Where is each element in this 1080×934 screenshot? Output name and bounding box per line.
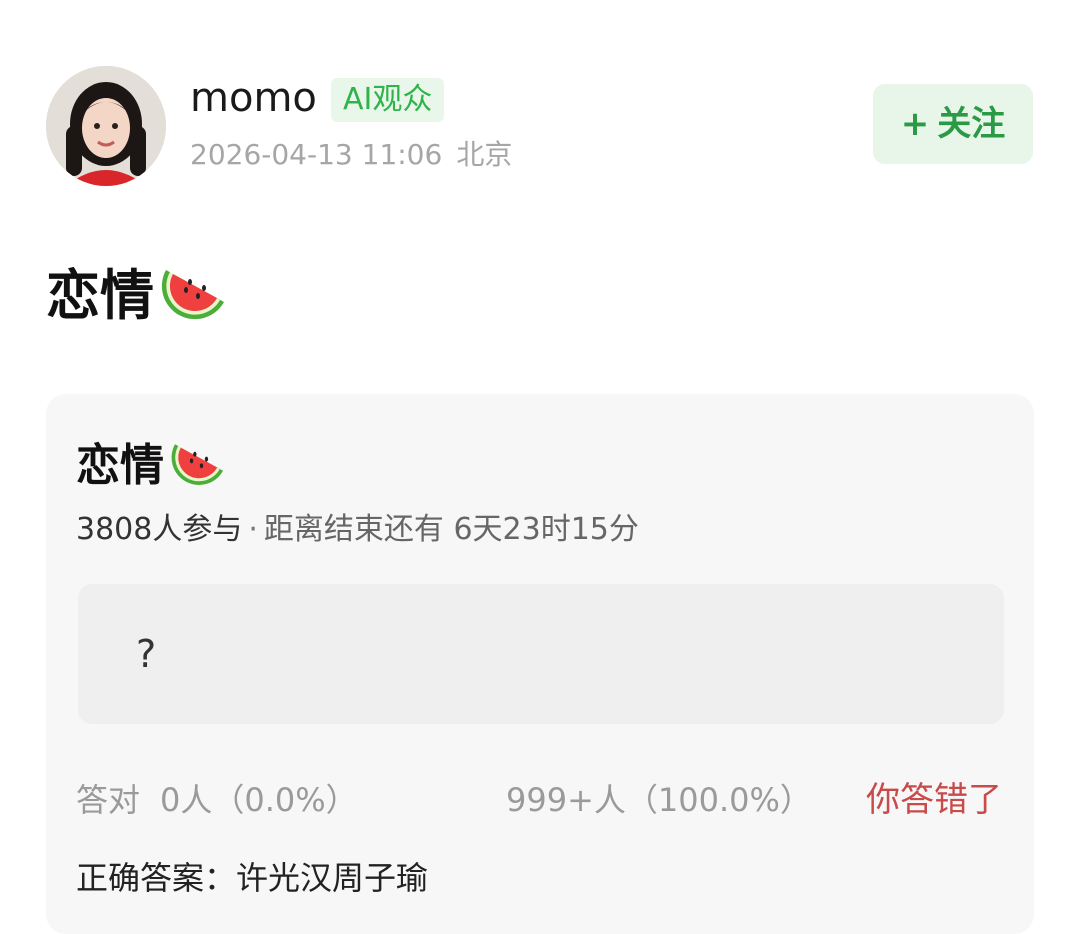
correct-answer: 正确答案：许光汉周子瑜 xyxy=(76,859,429,897)
countdown-text: 距离结束还有 6天23时15分 xyxy=(263,512,639,547)
follow-button-label: 关注 xyxy=(937,104,1006,144)
wrong-stats: 999+人（100.0%） xyxy=(506,781,812,819)
post-title: 恋情 xyxy=(46,258,230,334)
correct-count: 0人（0.0%） xyxy=(160,781,358,819)
avatar[interactable] xyxy=(46,66,166,186)
correct-stats: 答对 0人（0.0%） xyxy=(76,778,358,822)
ai-audience-badge: AI观众 xyxy=(331,78,445,122)
correct-label: 答对 xyxy=(76,781,141,819)
verdict-text: 你答错了 xyxy=(866,780,1002,820)
plus-icon: + xyxy=(900,104,930,144)
follow-button[interactable]: + 关注 xyxy=(873,84,1033,164)
post-meta: 2026-04-13 11:06 北京 xyxy=(190,136,512,174)
answer-option[interactable]: ? xyxy=(78,584,1004,724)
author-name[interactable]: momo xyxy=(190,74,317,122)
stats-separator: · xyxy=(248,512,258,547)
answer-option-text: ? xyxy=(136,632,157,676)
watermelon-icon xyxy=(170,434,228,498)
watermelon-icon xyxy=(160,258,230,334)
post-title-text: 恋情 xyxy=(46,264,154,327)
user-avatar-image xyxy=(46,66,166,186)
post-location: 北京 xyxy=(456,138,513,171)
quiz-title: 恋情 xyxy=(76,434,228,498)
quiz-card: 恋情 3808人参与 · 距离结束还有 6天23时15分 ? 答对 0人（0.0%） … xyxy=(46,394,1034,934)
post-timestamp: 2026-04-13 11:06 xyxy=(190,138,443,171)
result-row: 答对 0人（0.0%） 999+人（100.0%） 你答错了 xyxy=(76,778,1006,822)
quiz-title-text: 恋情 xyxy=(76,440,164,491)
quiz-stats: 3808人参与 · 距离结束还有 6天23时15分 xyxy=(76,510,639,550)
participant-count: 3808人参与 xyxy=(76,512,243,547)
